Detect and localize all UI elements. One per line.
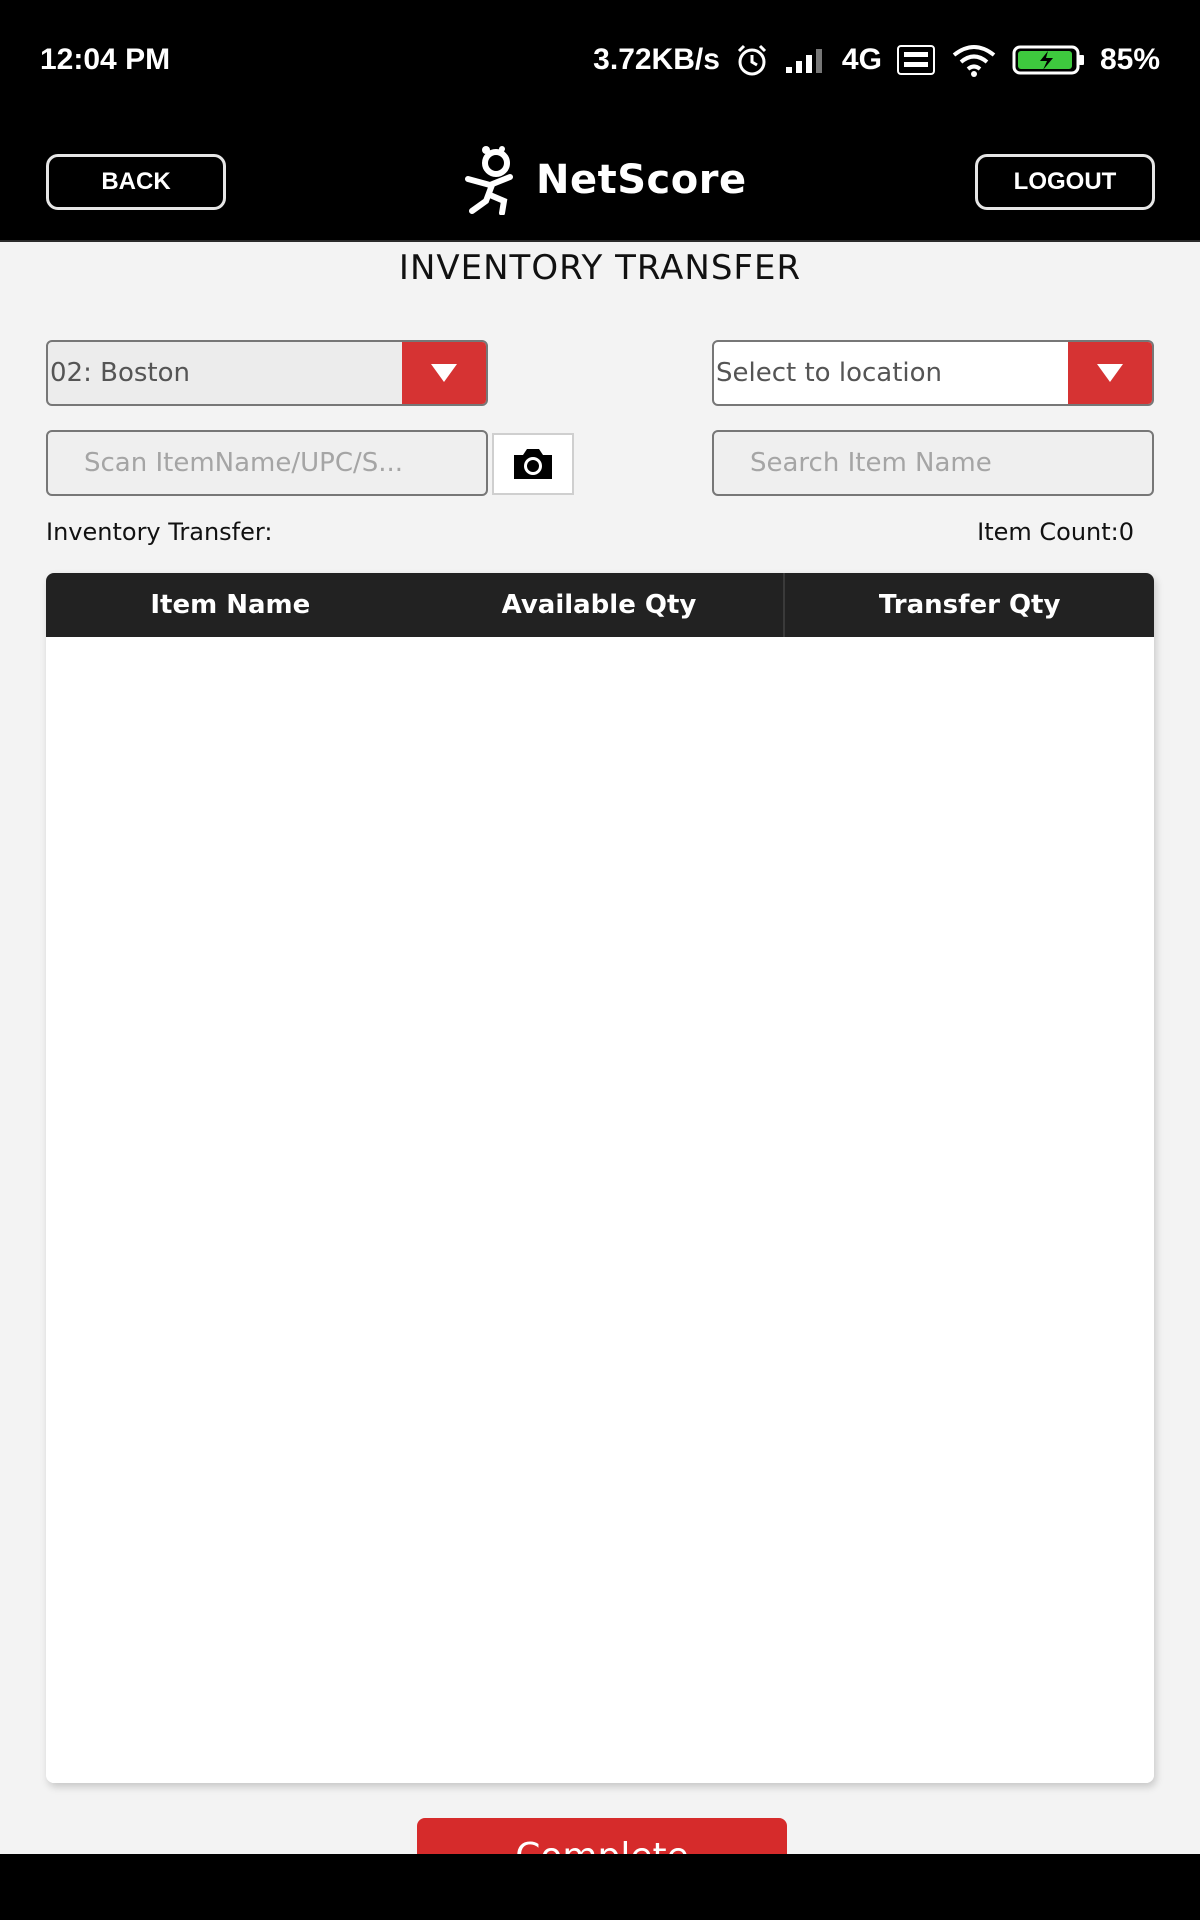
chevron-down-icon[interactable] xyxy=(402,342,486,404)
network-type: 4G xyxy=(841,43,882,76)
netscore-logo-icon xyxy=(465,146,513,215)
brand-name: NetScore xyxy=(536,157,747,203)
status-bar: 12:04 PM 3.72KB/s 4G 85% xyxy=(0,0,1200,120)
system-navigation-bar xyxy=(0,1854,1200,1920)
to-location-dropdown[interactable]: Select to location xyxy=(712,340,1154,406)
wifi-icon xyxy=(952,45,996,77)
scan-item-input[interactable] xyxy=(46,430,488,496)
volte-icon xyxy=(896,45,935,75)
brand-logo: NetScore xyxy=(462,144,747,216)
status-time: 12:04 PM xyxy=(40,43,171,76)
page-title: INVENTORY TRANSFER xyxy=(398,248,802,288)
to-location-value: Select to location xyxy=(716,358,943,388)
column-header-available-qty: Available Qty xyxy=(501,590,697,620)
inventory-transfer-label: Inventory Transfer: xyxy=(46,518,273,546)
status-indicators: 3.72KB/s 4G 85% xyxy=(593,42,1160,78)
back-button[interactable]: BACK xyxy=(46,154,226,210)
table-header: Item Name Available Qty Transfer Qty xyxy=(46,573,1154,637)
battery-icon xyxy=(1012,45,1084,75)
search-item-input[interactable] xyxy=(712,430,1154,496)
column-header-transfer-qty: Transfer Qty xyxy=(783,573,1154,637)
chevron-down-icon[interactable] xyxy=(1068,342,1152,404)
app-header: BACK NetScore LOGOUT xyxy=(0,120,1200,242)
from-location-value: 02: Boston xyxy=(50,358,190,388)
network-speed: 3.72KB/s xyxy=(593,43,720,76)
camera-icon xyxy=(514,449,552,479)
battery-level: 85% xyxy=(1099,43,1160,76)
from-location-dropdown[interactable]: 02: Boston xyxy=(46,340,488,406)
alarm-icon xyxy=(737,44,766,76)
transfer-table: Item Name Available Qty Transfer Qty xyxy=(46,573,1154,1783)
column-header-item-name: Item Name xyxy=(150,590,311,620)
table-body[interactable] xyxy=(46,637,1154,1783)
signal-icon xyxy=(785,49,822,73)
logout-button[interactable]: LOGOUT xyxy=(975,154,1155,210)
camera-button[interactable] xyxy=(492,433,574,495)
item-count: Item Count:0 xyxy=(977,518,1134,546)
